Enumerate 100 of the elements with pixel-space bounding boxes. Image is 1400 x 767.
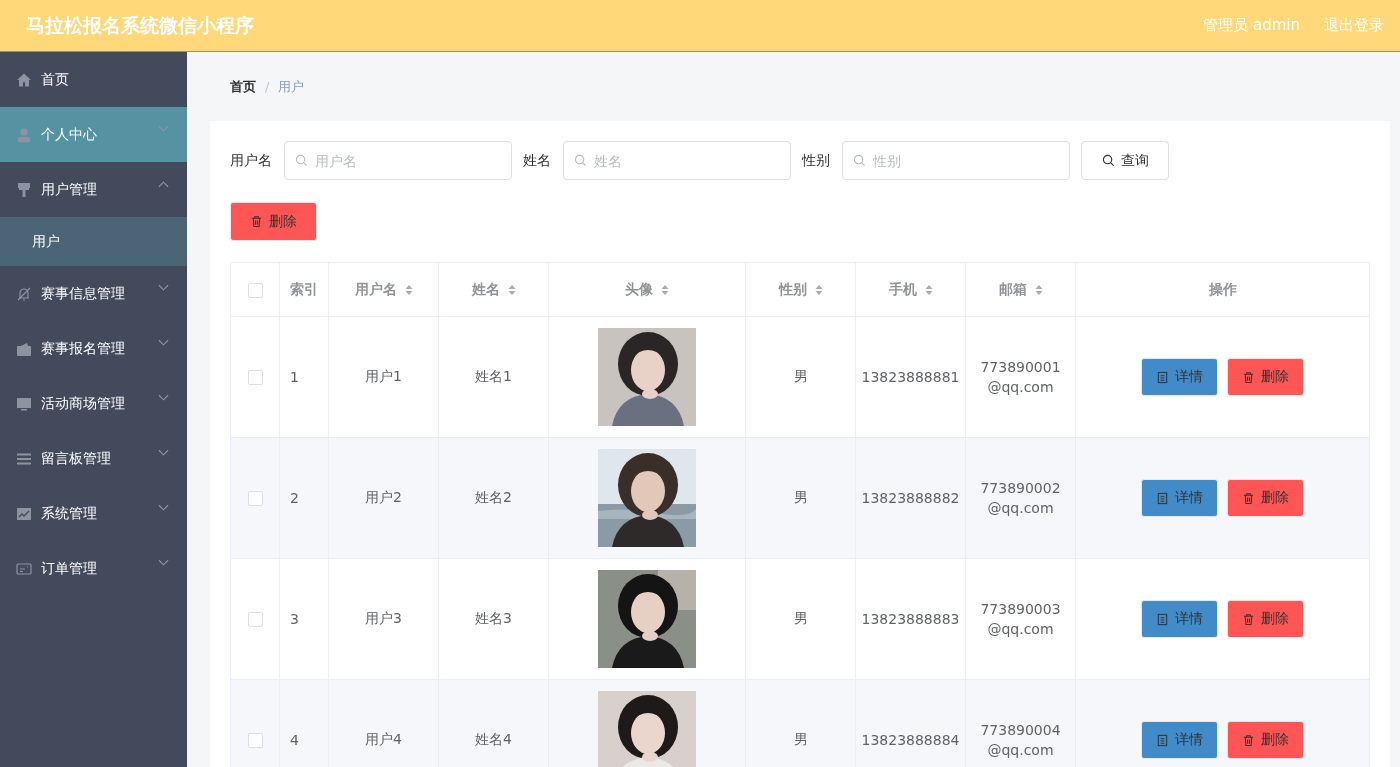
- chart-icon: [16, 505, 32, 522]
- trash-icon: [1242, 491, 1255, 505]
- table-cell: 用户1: [328, 316, 439, 438]
- home-icon: [16, 71, 32, 88]
- delete-button[interactable]: 删除: [1227, 721, 1304, 759]
- sidebar-item[interactable]: 活动商场管理: [0, 376, 187, 431]
- chevron-icon: [158, 124, 169, 133]
- table-cell: 用户2: [328, 437, 439, 559]
- trash-icon: [250, 215, 263, 228]
- search-field[interactable]: 用户名: [284, 141, 512, 180]
- table-cell: 用户4: [328, 679, 439, 767]
- sidebar-item[interactable]: 赛事报名管理: [0, 321, 187, 376]
- delete-button[interactable]: 删除: [230, 202, 317, 241]
- row-checkbox[interactable]: [247, 370, 263, 386]
- search-icon: [574, 154, 587, 167]
- sidebar-item[interactable]: 系统管理: [0, 486, 187, 541]
- bell-off-icon: [16, 285, 32, 302]
- delete-button[interactable]: 删除: [1227, 479, 1304, 517]
- search-icon: [853, 154, 866, 167]
- table-cell: 男: [745, 679, 856, 767]
- table-cell: 13823888883: [855, 558, 966, 680]
- wallet-icon: [16, 340, 32, 357]
- chevron-icon: [158, 558, 169, 567]
- breadcrumb-separator: /: [265, 79, 270, 94]
- chevron-icon: [158, 179, 169, 188]
- table-cell: 13823888882: [855, 437, 966, 559]
- table-cell: 773890004@qq.com: [965, 679, 1076, 767]
- table-cell: 773890001@qq.com: [965, 316, 1076, 438]
- table-cell: 用户3: [328, 558, 439, 680]
- sort-icon: [924, 283, 933, 296]
- search-field[interactable]: 性别: [842, 141, 1070, 180]
- column-header[interactable]: 姓名: [438, 262, 549, 317]
- search-icon: [295, 154, 308, 167]
- column-header[interactable]: 头像: [548, 262, 746, 317]
- table-cell: 男: [745, 437, 856, 559]
- table-cell: 姓名1: [438, 316, 549, 438]
- sidebar-item[interactable]: 订单管理: [0, 541, 187, 596]
- column-header[interactable]: 邮箱: [965, 262, 1076, 317]
- trash-icon: [1242, 370, 1255, 384]
- document-icon: [1156, 733, 1169, 747]
- details-button[interactable]: 详情: [1141, 600, 1218, 638]
- table-cell: 姓名4: [438, 679, 549, 767]
- row-checkbox[interactable]: [247, 612, 263, 628]
- table-cell: 13823888881: [855, 316, 966, 438]
- column-header[interactable]: 用户名: [328, 262, 439, 317]
- table-cell: 4: [279, 679, 329, 767]
- sidebar-item[interactable]: 首页: [0, 52, 187, 107]
- sidebar-item[interactable]: 用户管理: [0, 162, 187, 217]
- sidebar-subitem[interactable]: 用户: [0, 217, 187, 266]
- row-checkbox[interactable]: [247, 733, 263, 749]
- sort-icon: [1034, 283, 1043, 296]
- filter-label: 性别: [802, 151, 830, 170]
- table-cell: 男: [745, 316, 856, 438]
- sidebar-item[interactable]: 个人中心: [0, 107, 187, 162]
- filter-label: 用户名: [230, 151, 272, 170]
- document-icon: [1156, 491, 1169, 505]
- app-title: 马拉松报名系统微信小程序: [26, 12, 255, 38]
- sort-icon: [661, 283, 669, 296]
- chevron-icon: [158, 283, 169, 292]
- document-icon: [1156, 370, 1169, 384]
- brush-icon: [16, 181, 32, 198]
- sidebar-item[interactable]: 留言板管理: [0, 431, 187, 486]
- table-cell: 773890002@qq.com: [965, 437, 1076, 559]
- trash-icon: [1242, 612, 1255, 626]
- breadcrumb-link[interactable]: 首页: [230, 77, 256, 96]
- column-header: 操作: [1075, 262, 1370, 317]
- sort-icon: [507, 283, 516, 296]
- table-cell: 2: [279, 437, 329, 559]
- delete-button[interactable]: 删除: [1227, 600, 1304, 638]
- chevron-icon: [158, 393, 169, 402]
- column-header[interactable]: 性别: [745, 262, 856, 317]
- details-button[interactable]: 详情: [1141, 479, 1218, 517]
- table-cell: 1: [279, 316, 329, 438]
- chevron-icon: [158, 503, 169, 512]
- column-header[interactable]: 手机: [855, 262, 966, 317]
- column-header: 索引: [279, 262, 329, 317]
- details-button[interactable]: 详情: [1141, 721, 1218, 759]
- search-icon: [1101, 154, 1115, 167]
- select-all-checkbox[interactable]: [247, 282, 263, 298]
- user-icon: [16, 126, 32, 143]
- document-icon: [1156, 612, 1169, 626]
- table-cell: 13823888884: [855, 679, 966, 767]
- row-checkbox[interactable]: [247, 491, 263, 507]
- table-cell: 姓名3: [438, 558, 549, 680]
- card-icon: [16, 560, 32, 577]
- sort-icon: [404, 283, 413, 296]
- trash-icon: [1242, 733, 1255, 747]
- table-cell: 男: [745, 558, 856, 680]
- details-button[interactable]: 详情: [1141, 358, 1218, 396]
- chevron-icon: [158, 338, 169, 347]
- table-cell: 姓名2: [438, 437, 549, 559]
- table-cell: 773890003@qq.com: [965, 558, 1076, 680]
- sort-icon: [814, 283, 823, 296]
- table-cell: 3: [279, 558, 329, 680]
- sidebar-item[interactable]: 赛事信息管理: [0, 266, 187, 321]
- chevron-icon: [158, 448, 169, 457]
- search-field[interactable]: 姓名: [563, 141, 791, 180]
- delete-button[interactable]: 删除: [1227, 358, 1304, 396]
- search-button[interactable]: 查询: [1081, 141, 1169, 180]
- filter-label: 姓名: [523, 151, 551, 170]
